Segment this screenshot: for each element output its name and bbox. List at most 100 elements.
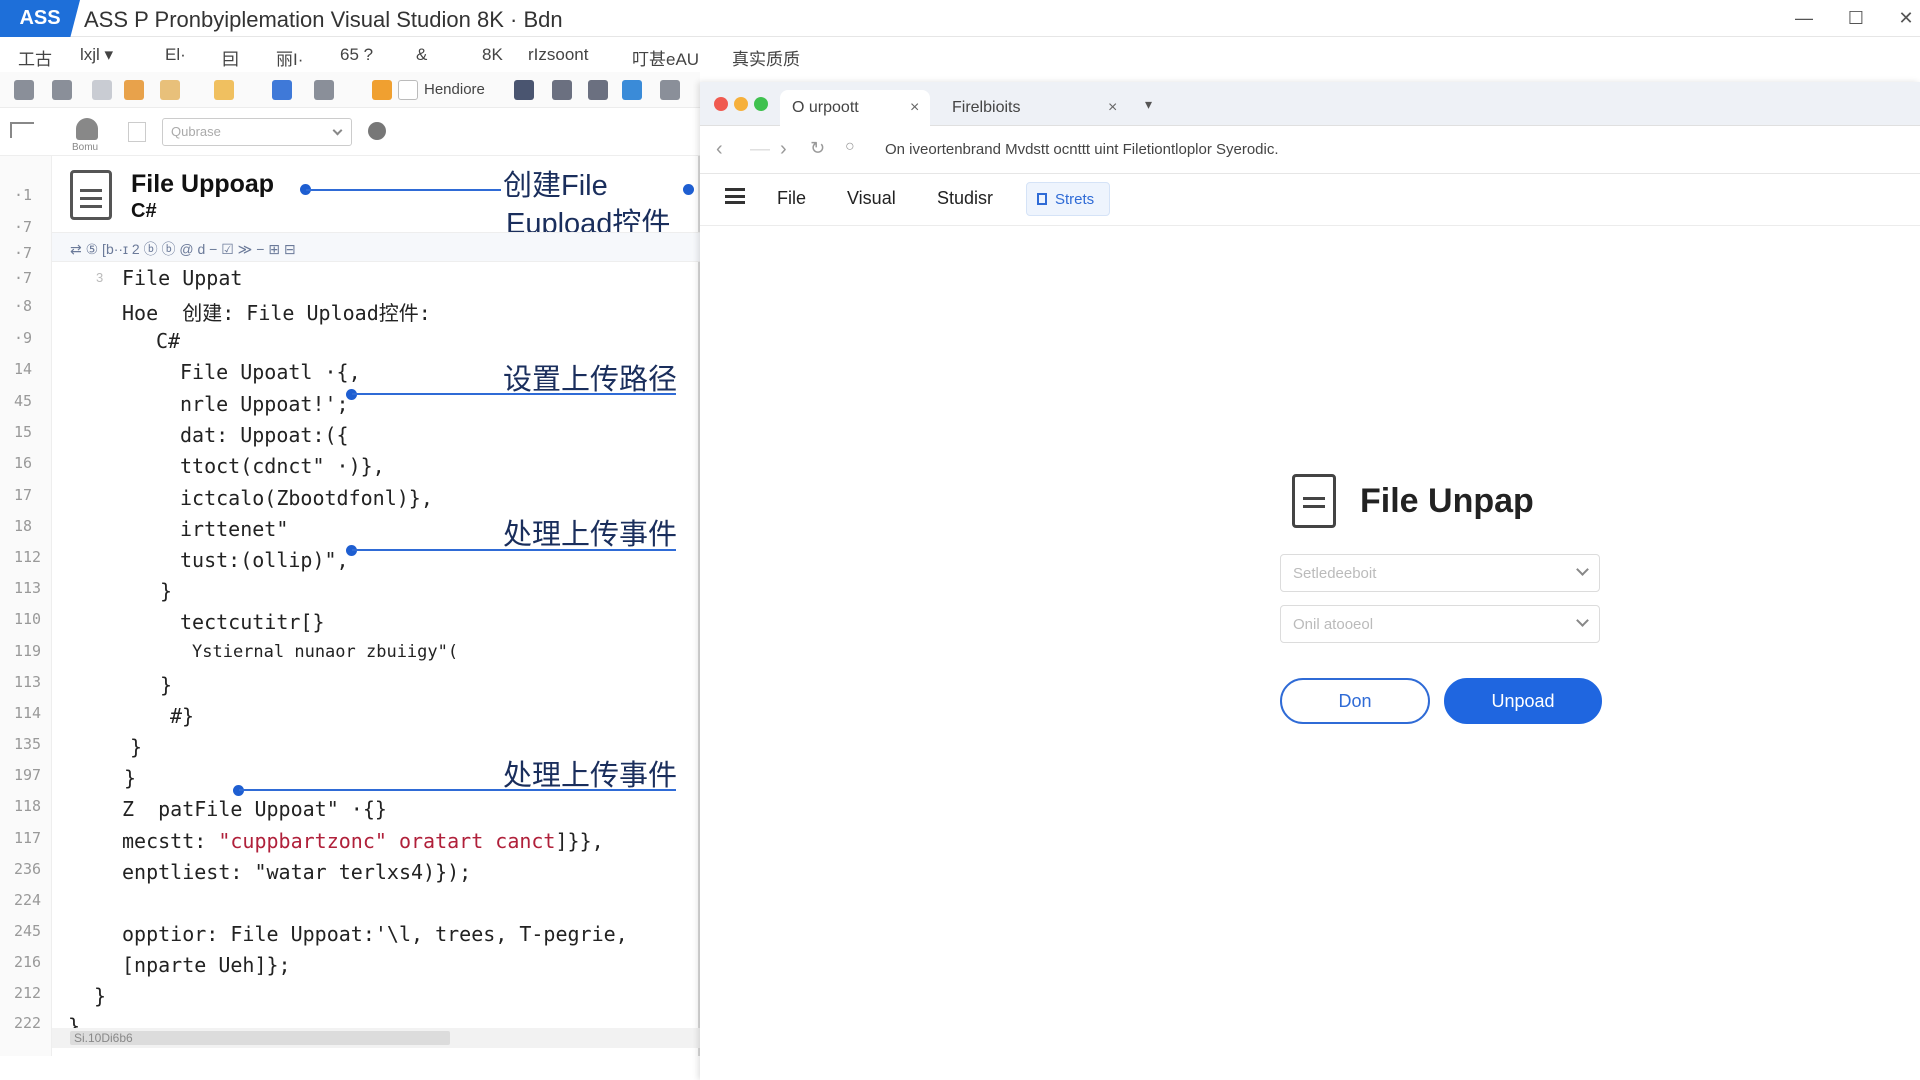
save-icon[interactable] — [124, 80, 144, 100]
close-tab-icon[interactable]: × — [1108, 99, 1117, 117]
upload-button[interactable]: Unpoad — [1444, 678, 1602, 724]
info-icon[interactable]: ○ — [845, 138, 855, 156]
menu-item-3[interactable]: 囙 — [222, 45, 239, 70]
nav-active-label: Strets — [1055, 191, 1095, 208]
forward-separator-icon: — — [750, 138, 770, 160]
code-line[interactable]: tectcutitr[} — [180, 610, 325, 634]
code-line[interactable]: #} — [170, 704, 194, 728]
fold-marker[interactable]: 3 — [96, 270, 103, 285]
close-tab-icon[interactable]: × — [910, 99, 919, 117]
browser-tab-2[interactable]: Firelbioits × — [940, 90, 1130, 126]
nav-link-file[interactable]: File — [777, 188, 806, 209]
code-line[interactable]: tust:(ollip)", — [180, 548, 349, 572]
code-line[interactable]: nrle Uppoat!'; — [180, 392, 349, 416]
code-line[interactable]: } — [124, 766, 136, 790]
open-file-icon[interactable] — [52, 80, 72, 100]
reload-icon[interactable]: ↻ — [810, 138, 825, 159]
line-number: ·7 — [14, 218, 33, 236]
run-icon[interactable] — [514, 80, 534, 100]
upload-select-2[interactable]: Onil atooeol — [1280, 605, 1600, 643]
chevron-down-icon — [1576, 614, 1589, 627]
scrollbar-thumb[interactable]: Si.10Di6b6 — [70, 1031, 450, 1045]
code-line[interactable]: [nparte Ueh]}; — [122, 953, 291, 977]
line-number: 245 — [14, 922, 42, 940]
code-line[interactable]: opptior: File Uppoat:'\l, trees, T-pegri… — [122, 922, 628, 946]
panel-icon[interactable] — [10, 122, 34, 138]
code-line[interactable]: mecstt: "cuppbartzonc" oratart canct]}}, — [122, 829, 604, 853]
nav-link-visual[interactable]: Visual — [847, 188, 896, 209]
title-bar: ASS ASS P Pronbyiplemation Visual Studio… — [0, 0, 1920, 37]
code-line[interactable]: File Uppat — [122, 266, 242, 290]
code-line[interactable]: ttoct(cdnct" ·)}, — [180, 454, 385, 478]
zoom-dot-icon[interactable] — [754, 97, 768, 111]
step-icon[interactable] — [588, 80, 608, 100]
nav-link-studio[interactable]: Studisr — [937, 188, 993, 209]
minimize-button[interactable]: — — [1786, 6, 1822, 30]
list-icon[interactable] — [128, 122, 146, 142]
minimize-dot-icon[interactable] — [734, 97, 748, 111]
bookmark-icon[interactable] — [272, 80, 292, 100]
file-upload-doc-icon — [1292, 474, 1336, 528]
menu-item-2[interactable]: El· — [165, 45, 186, 65]
line-number: 110 — [14, 610, 42, 628]
code-line[interactable]: } — [160, 579, 172, 603]
menu-item-10[interactable]: 真实质质 — [732, 45, 800, 70]
code-line[interactable]: } — [160, 673, 172, 697]
code-line[interactable]: Z patFile Uppoat" ·{} — [122, 797, 387, 821]
line-number: ·1 — [14, 186, 33, 204]
code-line[interactable]: } — [130, 735, 142, 759]
window-icon[interactable] — [622, 80, 642, 100]
code-line[interactable]: Hoe 创建: File Upload控件: — [122, 297, 431, 326]
line-number: 17 — [14, 486, 33, 504]
menu-bar: 工古 lxjl ▾ El· 囙 丽I· 65 ? & 8K rIzsoont 叮… — [0, 37, 1920, 71]
search-icon[interactable] — [368, 122, 386, 140]
nav-link-active[interactable]: Strets — [1026, 182, 1110, 216]
menu-item-1[interactable]: lxjl ▾ — [80, 45, 113, 65]
tab-dropdown-icon[interactable]: ▾ — [1145, 96, 1152, 113]
code-line[interactable]: } — [94, 984, 106, 1008]
code-line[interactable]: enptliest: "watar terlxs4)}); — [122, 860, 471, 884]
code-line[interactable]: irttenet" — [180, 517, 288, 541]
file-upload-title: File Unpap — [1360, 482, 1534, 520]
menu-item-9[interactable]: 叮甚eAU — [632, 45, 699, 70]
menu-item-0[interactable]: 工古 — [18, 45, 52, 70]
user-icon[interactable] — [76, 118, 98, 140]
editor-action-bar[interactable]: ⇄ ⑤ [b··ɪ 2 ⓑ ⓑ @ d − ☑ ≫ − ⊞ ⊟ — [52, 232, 700, 262]
menu-item-8[interactable]: rIzsoont — [528, 45, 588, 65]
new-file-icon[interactable] — [14, 80, 34, 100]
menu-item-6[interactable]: & — [416, 45, 427, 65]
close-dot-icon[interactable] — [714, 97, 728, 111]
line-number: 113 — [14, 673, 42, 691]
code-line[interactable]: ictcalo(Zbootdfonl)}, — [180, 486, 433, 510]
hamburger-menu-icon[interactable] — [725, 188, 745, 204]
menu-item-4[interactable]: 丽I· — [276, 45, 303, 70]
cancel-button[interactable]: Don — [1280, 678, 1430, 724]
forward-icon[interactable]: › — [780, 138, 787, 161]
menu-item-5[interactable]: 65 ? — [340, 45, 373, 65]
search-input[interactable]: Qubrase — [162, 118, 352, 146]
debug-icon[interactable] — [552, 80, 572, 100]
code-editor-panel: ·1 ·7 ·7 ·7 ·8 ·9 14 45 15 16 17 18 112 113 110 119 113 1… — [0, 156, 700, 1056]
chevron-down-icon[interactable] — [332, 125, 343, 136]
menu-item-7[interactable]: 8K — [482, 45, 503, 65]
toolbar-label[interactable]: Hendiore — [424, 81, 485, 98]
folder-icon[interactable] — [214, 80, 234, 100]
settings-icon[interactable] — [660, 80, 680, 100]
browser-tab-1[interactable]: O urpoott × — [780, 90, 930, 126]
checkbox-icon[interactable] — [398, 80, 418, 100]
back-icon[interactable]: ‹ — [716, 138, 723, 161]
url-field[interactable]: On iveortenbrand Mvdstt ocnttt uint File… — [885, 141, 1279, 158]
config-icon[interactable] — [314, 80, 334, 100]
build-icon[interactable] — [372, 80, 392, 100]
upload-select-1[interactable]: Setledeeboit — [1280, 554, 1600, 592]
maximize-button[interactable]: ☐ — [1838, 6, 1874, 30]
code-line[interactable]: Ystiernal nunaor zbuiigy"( — [192, 642, 458, 662]
close-window-button[interactable]: ✕ — [1888, 6, 1920, 30]
code-line[interactable]: C# — [156, 329, 180, 353]
code-line[interactable]: File Upoatl ·{, — [180, 360, 361, 384]
save-all-icon[interactable] — [160, 80, 180, 100]
dropdown-icon[interactable] — [92, 80, 112, 100]
horizontal-scrollbar[interactable]: Si.10Di6b6 — [52, 1028, 700, 1048]
line-number: 118 — [14, 797, 42, 815]
code-line[interactable]: dat: Uppoat:({ — [180, 423, 349, 447]
